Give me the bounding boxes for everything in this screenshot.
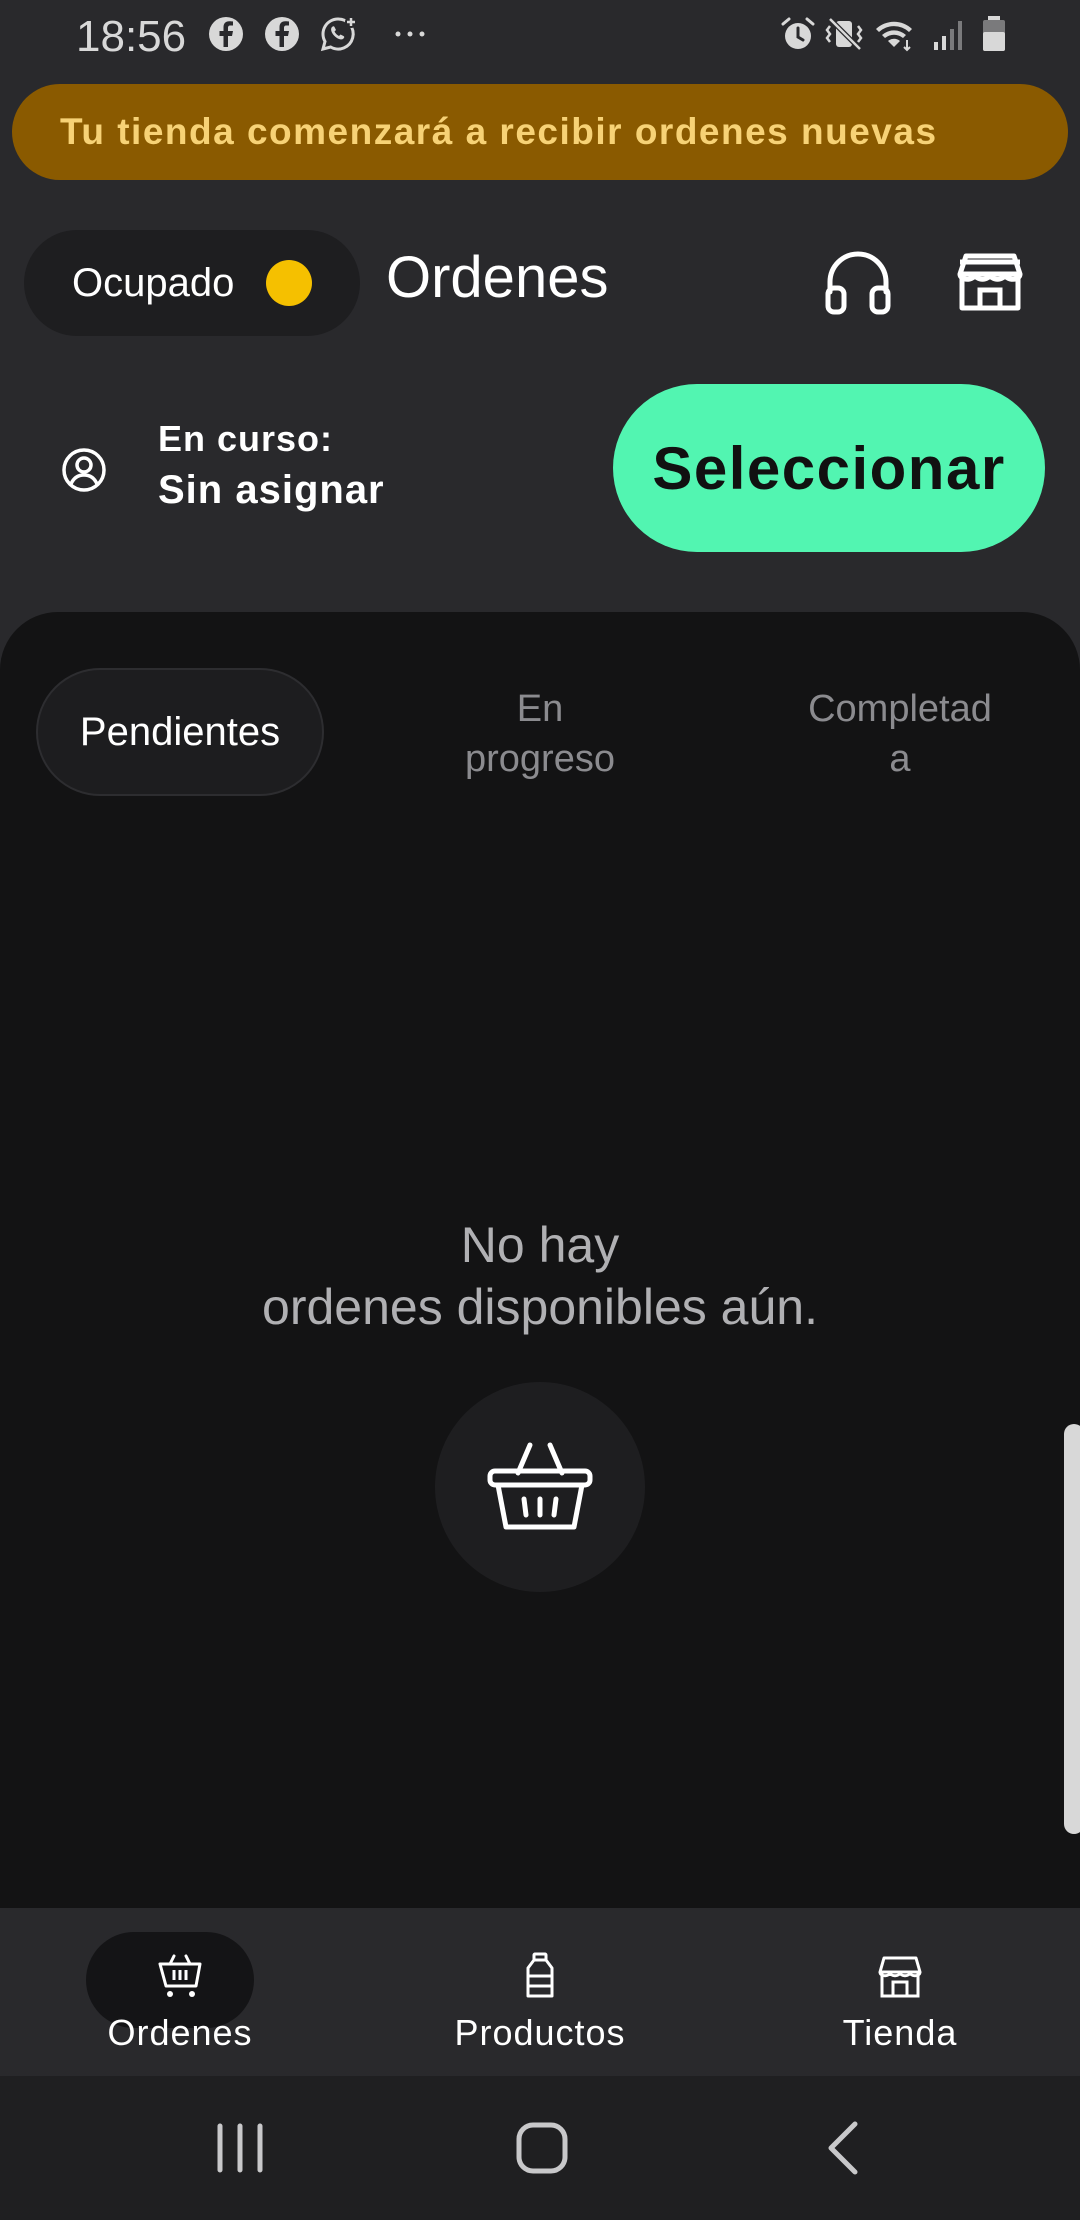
tab-completed[interactable]: Completad a bbox=[780, 684, 1020, 784]
scrollbar-thumb[interactable] bbox=[1064, 1424, 1080, 1834]
bottle-icon bbox=[526, 1952, 554, 1998]
signal-icon bbox=[934, 21, 962, 50]
vibrate-icon bbox=[825, 17, 863, 51]
facebook-icon bbox=[265, 17, 299, 51]
tab-pending[interactable]: Pendientes bbox=[36, 668, 324, 796]
store-icon[interactable] bbox=[952, 244, 1028, 320]
headset-icon[interactable] bbox=[820, 244, 896, 320]
status-time: 18:56 bbox=[76, 12, 187, 61]
back-button[interactable] bbox=[815, 2118, 875, 2178]
home-button[interactable] bbox=[512, 2118, 572, 2178]
page-title: Ordenes bbox=[386, 245, 609, 310]
nav-item-store[interactable]: Tienda bbox=[750, 1908, 1050, 2076]
battery-icon bbox=[983, 16, 1005, 51]
store-status-label: Ocupado bbox=[72, 260, 235, 305]
alarm-icon bbox=[781, 17, 815, 49]
nav-item-orders[interactable]: Ordenes bbox=[30, 1908, 330, 2076]
nav-label-orders: Ordenes bbox=[107, 2012, 253, 2053]
cart-icon bbox=[158, 1954, 202, 1997]
empty-state-message: No hay ordenes disponibles aún. bbox=[262, 1217, 818, 1335]
empty-state-icon-container bbox=[435, 1382, 645, 1592]
assignment-value: Sin asignar bbox=[158, 468, 385, 512]
more-notifications-icon bbox=[395, 31, 425, 37]
wifi-icon bbox=[876, 21, 912, 52]
banner-text: Tu tienda comenzará a recibir ordenes nu… bbox=[60, 111, 938, 152]
store-notice-banner[interactable]: Tu tienda comenzará a recibir ordenes nu… bbox=[12, 84, 1068, 180]
user-icon bbox=[62, 448, 106, 492]
basket-icon bbox=[487, 1442, 593, 1530]
status-indicator-dot bbox=[266, 260, 312, 306]
store-icon bbox=[878, 1956, 922, 1998]
facebook-icon bbox=[209, 17, 243, 51]
select-button[interactable]: Seleccionar bbox=[613, 384, 1045, 552]
nav-item-products[interactable]: Productos bbox=[390, 1908, 690, 2076]
nav-label-store: Tienda bbox=[842, 2012, 958, 2053]
store-status-toggle[interactable]: Ocupado bbox=[24, 230, 360, 336]
status-bar: 18:56 bbox=[0, 0, 1080, 72]
assignment-label: En curso: bbox=[158, 418, 334, 459]
whatsapp-icon bbox=[320, 16, 357, 52]
tab-in-progress[interactable]: En progreso bbox=[420, 684, 660, 784]
recent-apps-button[interactable] bbox=[210, 2118, 270, 2178]
nav-label-products: Productos bbox=[454, 2012, 626, 2053]
